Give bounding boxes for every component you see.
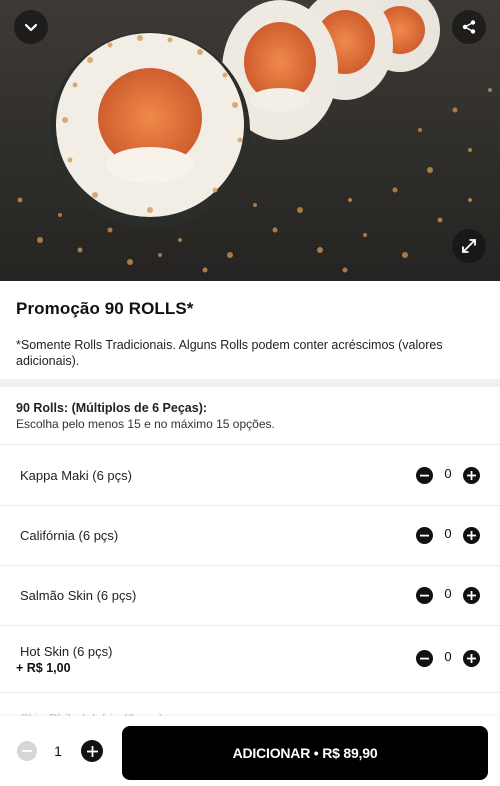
list-item: Califórnia (6 pçs) 0 [0, 506, 500, 566]
expand-image-button[interactable] [452, 229, 486, 263]
decrease-button[interactable] [416, 527, 433, 544]
minus-icon [420, 657, 429, 660]
quantity-stepper: 0 [416, 466, 480, 484]
option-quantity: 0 [444, 466, 452, 481]
share-button[interactable] [452, 10, 486, 44]
decrease-quantity-button[interactable] [17, 741, 37, 761]
increase-button[interactable] [463, 650, 480, 667]
add-to-cart-button[interactable]: ADICIONAR • R$ 89,90 [122, 726, 488, 780]
product-description: *Somente Rolls Tradicionais. Alguns Roll… [16, 338, 443, 368]
option-list: Kappa Maki (6 pçs) 0 Califórnia (6 pçs) … [0, 446, 500, 693]
expand-icon [462, 239, 476, 253]
option-quantity: 0 [444, 649, 452, 664]
section-divider [0, 379, 500, 387]
add-to-cart-bar: 1 ADICIONAR • R$ 89,90 [0, 716, 500, 786]
option-extra-price: + R$ 1,00 [16, 661, 71, 675]
increase-button[interactable] [463, 527, 480, 544]
decrease-button[interactable] [416, 650, 433, 667]
list-item: Salmão Skin (6 pçs) 0 [0, 566, 500, 626]
product-title: Promoção 90 ROLLS* [16, 299, 194, 318]
minus-icon [420, 534, 429, 537]
minus-icon [420, 594, 429, 597]
increase-button[interactable] [463, 587, 480, 604]
option-quantity: 0 [444, 586, 452, 601]
decrease-button[interactable] [416, 467, 433, 484]
option-group-rule: Escolha pelo menos 15 e no máximo 15 opç… [16, 417, 275, 431]
quantity-stepper: 0 [416, 586, 480, 604]
option-name: Salmão Skin (6 pçs) [20, 588, 137, 603]
list-item: Hot Skin (6 pçs) + R$ 1,00 0 [0, 626, 500, 693]
option-group-header: 90 Rolls: (Múltiplos de 6 Peças): Escolh… [0, 387, 500, 445]
product-quantity: 1 [54, 743, 62, 759]
share-icon [462, 20, 476, 34]
close-button[interactable] [14, 10, 48, 44]
increase-quantity-button[interactable] [81, 740, 103, 762]
chevron-down-icon [24, 23, 38, 32]
quantity-stepper: 0 [416, 649, 480, 667]
sushi-rolls-image [0, 0, 500, 281]
decrease-button[interactable] [416, 587, 433, 604]
option-name: Hot Skin (6 pçs) [20, 644, 113, 659]
option-group-title: 90 Rolls: (Múltiplos de 6 Peças): [16, 401, 208, 415]
plus-icon [86, 745, 98, 757]
option-name: Califórnia (6 pçs) [20, 528, 119, 543]
increase-button[interactable] [463, 467, 480, 484]
minus-icon [420, 474, 429, 477]
minus-icon [22, 750, 32, 752]
product-photo [0, 0, 500, 281]
plus-icon [467, 591, 476, 600]
option-name: Kappa Maki (6 pçs) [20, 468, 132, 483]
quantity-stepper: 0 [416, 526, 480, 544]
plus-icon [467, 471, 476, 480]
option-quantity: 0 [444, 526, 452, 541]
product-info: Promoção 90 ROLLS* *Somente Rolls Tradic… [0, 281, 500, 379]
list-item: Kappa Maki (6 pçs) 0 [0, 446, 500, 506]
plus-icon [467, 531, 476, 540]
plus-icon [467, 654, 476, 663]
